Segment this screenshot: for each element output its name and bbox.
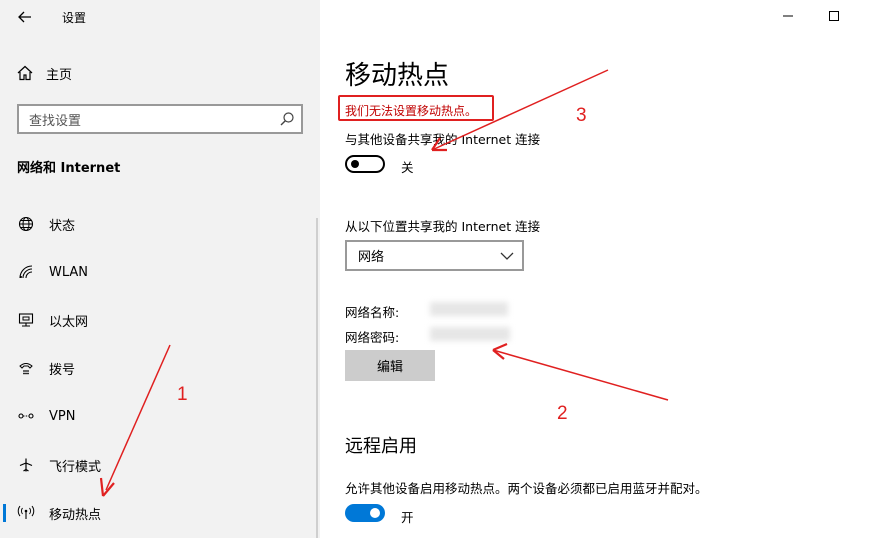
minimize-icon[interactable] [780,8,796,24]
search-icon[interactable] [279,111,295,127]
sidebar-item-airplane[interactable]: 飞行模式 [0,450,320,480]
network-password-value-redacted [430,327,510,341]
annotation-label-3: 3 [576,105,587,126]
sidebar-item-label: 飞行模式 [49,459,102,475]
sidebar-item-vpn[interactable]: VPN [0,401,320,431]
sidebar-item-label: 状态 [49,218,76,234]
sidebar-item-status[interactable]: 状态 [0,209,320,239]
globe-icon [17,215,35,233]
sidebar-item-ethernet[interactable]: 以太网 [0,305,320,335]
wifi-icon [17,263,35,281]
select-value: 网络 [358,250,385,265]
search-placeholder: 查找设置 [29,113,82,129]
section-title: 网络和 Internet [17,161,121,176]
annotation-arrow-2 [492,342,669,401]
dialup-icon [17,359,35,377]
sidebar-item-dialup[interactable]: 拨号 [0,353,320,383]
airplane-icon [17,456,35,474]
search-input[interactable]: 查找设置 [17,104,303,134]
sidebar-item-label: 移动热点 [49,507,102,523]
back-arrow-icon [18,11,31,23]
window-title: 设置 [62,11,87,25]
home-icon [17,65,33,81]
home-nav-item[interactable]: 主页 [16,62,72,84]
remote-description: 允许其他设备启用移动热点。两个设备必须都已启用蓝牙并配对。 [345,481,708,496]
remote-toggle-state: 开 [401,510,414,525]
active-indicator [3,504,6,522]
error-message: 我们无法设置移动热点。 [345,104,478,118]
share-from-select[interactable]: 网络 [345,240,524,271]
ethernet-icon [17,311,35,329]
share-from-label: 从以下位置共享我的 Internet 连接 [345,219,541,234]
remote-section-title: 远程启用 [345,436,417,457]
share-label: 与其他设备共享我的 Internet 连接 [345,132,541,147]
remote-toggle[interactable] [345,504,385,522]
network-name-label: 网络名称: [345,305,400,320]
vpn-icon [17,407,35,425]
sidebar-item-hotspot[interactable]: 移动热点 [0,498,320,528]
edit-button[interactable]: 编辑 [345,350,435,381]
share-toggle[interactable] [345,155,385,173]
sidebar-item-label: VPN [49,408,76,424]
toggle-knob [370,508,380,518]
network-password-label: 网络密码: [345,330,400,345]
annotation-label-2: 2 [557,403,568,424]
sidebar-item-wlan[interactable]: WLAN [0,257,320,287]
sidebar: 设置 主页 查找设置 网络和 Internet 状态 WLAN 以太网 拨号 V… [0,0,320,538]
hotspot-icon [17,504,35,522]
share-toggle-state: 关 [401,160,414,175]
back-button[interactable] [13,6,37,28]
network-name-value-redacted [430,302,508,316]
page-title: 移动热点 [345,61,450,91]
toggle-knob [351,160,359,168]
home-label: 主页 [46,67,73,83]
maximize-icon[interactable] [826,8,842,24]
chevron-down-icon [500,252,514,260]
sidebar-scrollbar[interactable] [316,218,318,538]
sidebar-item-label: 以太网 [49,314,89,330]
sidebar-item-label: 拨号 [49,362,76,378]
sidebar-item-label: WLAN [49,264,89,280]
